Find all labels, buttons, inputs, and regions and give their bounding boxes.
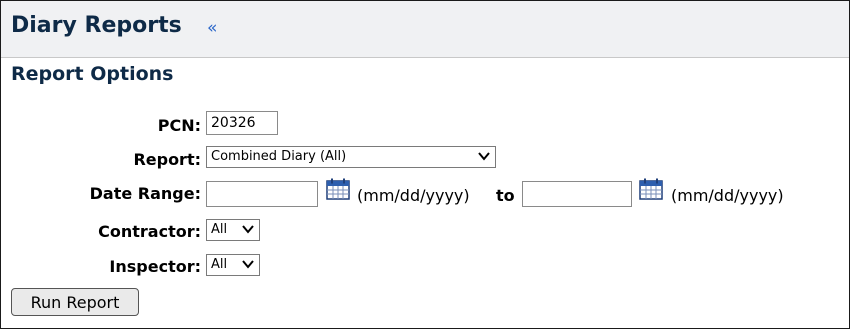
report-select[interactable]: Combined Diary (All) <box>206 146 496 168</box>
pcn-label: PCN: <box>157 116 201 135</box>
report-select-value: Combined Diary (All) <box>211 149 347 164</box>
contractor-select[interactable]: All <box>206 219 260 241</box>
pcn-input[interactable] <box>206 111 278 135</box>
report-label: Report: <box>133 150 201 169</box>
inspector-select[interactable]: All <box>206 254 260 276</box>
contractor-select-value: All <box>211 222 228 237</box>
collapse-link[interactable]: « <box>207 18 217 38</box>
chevron-down-icon <box>478 152 490 161</box>
date-range-label: Date Range: <box>89 184 201 203</box>
page-title: Diary Reports <box>11 13 182 38</box>
run-report-button[interactable]: Run Report <box>11 288 139 316</box>
calendar-icon[interactable] <box>639 178 663 200</box>
contractor-label: Contractor: <box>98 222 201 241</box>
title-bar: Diary Reports « <box>1 1 849 58</box>
date-to-input[interactable] <box>522 181 632 207</box>
date-from-input[interactable] <box>206 181 318 207</box>
section-title: Report Options <box>11 63 174 85</box>
date-format-hint-to: (mm/dd/yyyy) <box>671 186 784 205</box>
date-format-hint-from: (mm/dd/yyyy) <box>357 186 470 205</box>
date-range-to-label: to <box>496 186 515 205</box>
chevron-down-icon <box>242 260 254 269</box>
chevron-down-icon <box>242 225 254 234</box>
inspector-label: Inspector: <box>109 257 201 276</box>
inspector-select-value: All <box>211 257 228 272</box>
calendar-icon[interactable] <box>326 178 350 200</box>
diary-reports-panel: Diary Reports « Report Options PCN: Repo… <box>0 0 850 329</box>
